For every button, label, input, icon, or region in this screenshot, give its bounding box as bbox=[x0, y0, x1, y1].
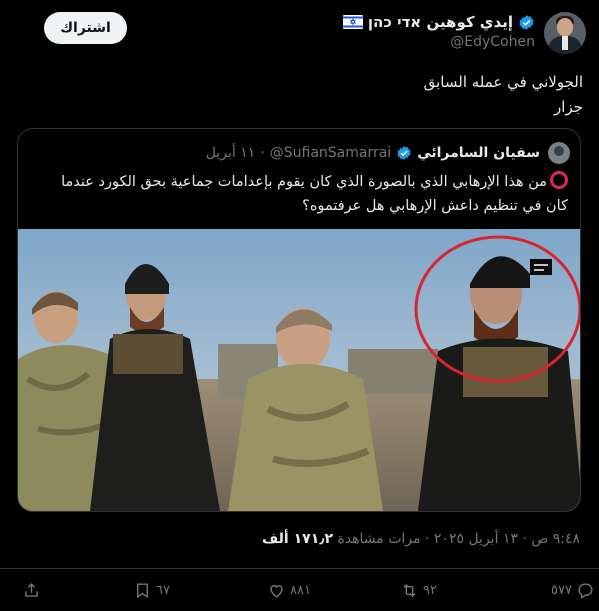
quote-photo[interactable] bbox=[18, 229, 580, 511]
tweet-date[interactable]: ١٣ أبريل ٢٠٢٥ bbox=[434, 531, 518, 547]
reply-count: ٥٧٧ bbox=[551, 582, 572, 598]
views-label: مرات مشاهدة bbox=[337, 531, 421, 547]
action-bar: ٥٧٧ ٩٢ ٨٨١ ٦٧ bbox=[0, 578, 599, 602]
author-name-line: إيدي كوهين אדי כהן bbox=[342, 12, 535, 32]
author-avatar[interactable] bbox=[544, 12, 586, 54]
tweet-line-1: الجولاني في عمله السابق bbox=[423, 73, 583, 91]
red-circle-emoji-icon bbox=[550, 171, 568, 189]
tweet-text: الجولاني في عمله السابق جزار bbox=[23, 70, 583, 120]
quote-header: سفيان السامرائي @SufianSamarrai · ١١ أبر… bbox=[206, 143, 540, 163]
tweet-line-2: جزار bbox=[554, 98, 583, 116]
quote-author-handle[interactable]: @SufianSamarrai bbox=[270, 145, 391, 161]
share-button[interactable] bbox=[22, 578, 41, 602]
tweet-metadata: ٩:٤٨ ص · ١٣ أبريل ٢٠٢٥ · مرات مشاهدة ١٧١… bbox=[262, 531, 580, 547]
bookmark-icon bbox=[137, 582, 148, 598]
like-button[interactable]: ٨٨١ bbox=[267, 578, 311, 602]
repost-icon bbox=[403, 583, 416, 597]
quote-text-line-1: من هذا الإرهابي الذي بالصورة الذي كان يق… bbox=[61, 174, 547, 190]
quote-verified-badge-icon bbox=[397, 146, 411, 160]
author-display-name[interactable]: إيدي كوهين אדי כהן bbox=[368, 13, 513, 31]
quote-separator: · bbox=[260, 145, 265, 161]
share-icon bbox=[25, 582, 38, 597]
verified-badge-icon[interactable] bbox=[518, 14, 535, 31]
divider bbox=[0, 568, 599, 569]
heart-icon bbox=[270, 584, 283, 598]
author-handle[interactable]: @EdyCohen bbox=[450, 34, 535, 50]
bookmark-button[interactable]: ٦٧ bbox=[133, 578, 170, 602]
tweet-time[interactable]: ٩:٤٨ ص bbox=[531, 531, 580, 547]
quote-author-name[interactable]: سفيان السامرائي bbox=[417, 145, 540, 161]
like-count: ٨٨١ bbox=[290, 582, 311, 598]
views-count: ١٧١٫٢ ألف bbox=[262, 531, 334, 547]
repost-count: ٩٢ bbox=[423, 582, 437, 598]
bookmark-count: ٦٧ bbox=[156, 582, 170, 598]
repost-button[interactable]: ٩٢ bbox=[400, 578, 437, 602]
quote-text-line-2: كان في تنظيم داعش الإرهابي هل عرفتموه؟ bbox=[302, 198, 568, 214]
quote-text: من هذا الإرهابي الذي بالصورة الذي كان يق… bbox=[28, 170, 568, 218]
reply-button[interactable]: ٥٧٧ bbox=[551, 578, 595, 602]
subscribe-button[interactable]: اشتراك bbox=[44, 12, 127, 44]
reply-icon bbox=[578, 582, 593, 599]
israel-flag-icon bbox=[342, 15, 363, 29]
quoted-tweet[interactable]: سفيان السامرائي @SufianSamarrai · ١١ أبر… bbox=[17, 128, 581, 512]
quote-author-avatar[interactable] bbox=[548, 142, 570, 164]
quote-date[interactable]: ١١ أبريل bbox=[206, 145, 256, 161]
meta-separator-2: · bbox=[425, 531, 430, 547]
meta-separator-1: · bbox=[522, 531, 527, 547]
